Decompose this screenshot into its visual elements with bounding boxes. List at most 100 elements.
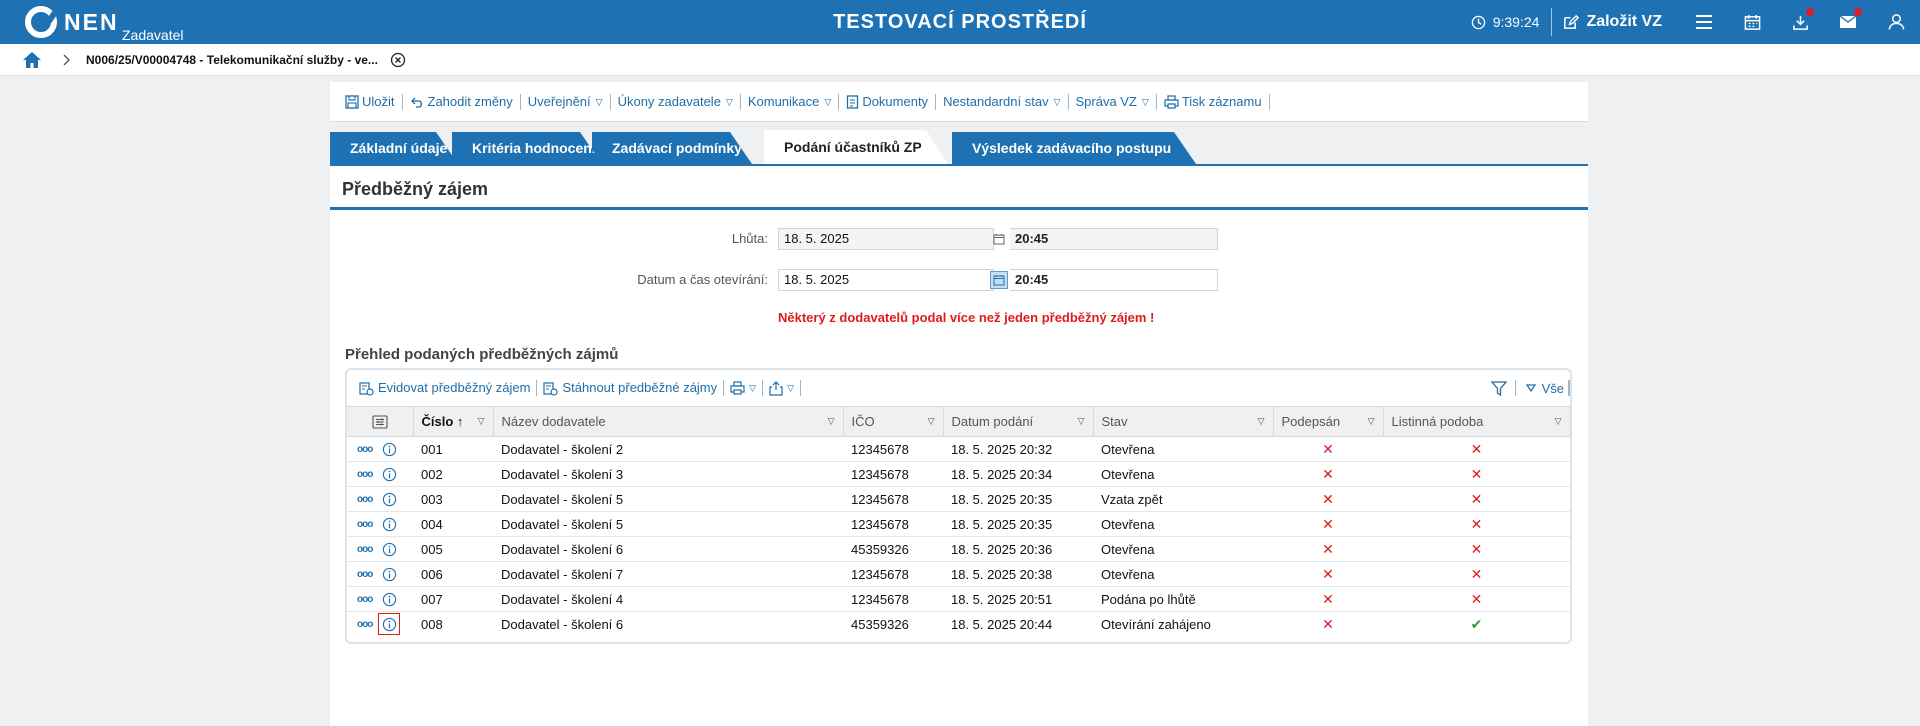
home-icon[interactable] (22, 50, 42, 70)
notification-dot (1806, 8, 1814, 16)
check-icon: ✔ (1470, 615, 1483, 632)
calendar-button[interactable] (1728, 0, 1776, 44)
info-icon[interactable] (381, 491, 397, 507)
chevron-down-icon[interactable]: ▽ (1258, 416, 1265, 427)
user-button[interactable] (1872, 0, 1920, 44)
cross-icon: ✕ (1470, 515, 1483, 532)
column-header-supplier[interactable]: Název dodavatele ▽ (493, 406, 844, 437)
deadline-date-field[interactable]: 18. 5. 2025 (778, 228, 994, 250)
save-button[interactable]: Uložit (338, 93, 403, 110)
cell-supplier: Dodavatel - školení 3 (493, 461, 843, 487)
menu-button[interactable] (1680, 0, 1728, 44)
print-label: Tisk záznamu (1181, 93, 1262, 109)
contracting-actions-menu[interactable]: Úkony zadavatele ▽ (611, 93, 741, 110)
table-body: ooo 001 Dodavatel - školení 2 12345678 18. 5… (347, 436, 1570, 637)
cell-date: 18. 5. 2025 20:35 (943, 486, 1093, 512)
info-icon[interactable] (381, 591, 397, 607)
documents-button[interactable]: Dokumenty (839, 93, 937, 110)
table-row[interactable]: ooo 005 Dodavatel - školení 6 45359326 18. 5… (347, 536, 1570, 562)
register-interest-button[interactable]: Evidovat předběžný zájem (353, 380, 538, 396)
table-row[interactable]: ooo 006 Dodavatel - školení 7 12345678 18. 5… (347, 561, 1570, 587)
close-icon[interactable] (390, 52, 406, 68)
chevron-down-icon[interactable]: ▽ (1078, 416, 1085, 427)
cell-paper: ✕ (1383, 511, 1570, 537)
row-actions-cell: ooo (347, 511, 413, 537)
create-vz-button[interactable]: Založit VZ (1552, 13, 1680, 31)
table-row[interactable]: ooo 002 Dodavatel - školení 3 12345678 18. 5… (347, 461, 1570, 487)
chevron-down-icon[interactable]: ▽ (1555, 416, 1562, 427)
breadcrumb: N006/25/V00004748 - Telekomunikační služ… (0, 44, 1920, 76)
document-icon (847, 94, 859, 109)
cell-paper: ✕ (1383, 586, 1570, 612)
nen-logo[interactable]: NEN Zadavatel (24, 5, 183, 43)
cell-state: Vzata zpět (1093, 486, 1273, 512)
column-header-date[interactable]: Datum podání ▽ (943, 406, 1094, 437)
table-row[interactable]: ooo 003 Dodavatel - školení 5 12345678 18. 5… (347, 486, 1570, 512)
deadline-time-field[interactable]: 20:45 (1010, 228, 1218, 250)
breadcrumb-item[interactable]: N006/25/V00004748 - Telekomunikační služ… (86, 53, 378, 67)
tab-content: Předběžný zájem Lhůta: 18. 5. 2025 20:45… (330, 166, 1588, 726)
download-interests-button[interactable]: Stáhnout předběžné zájmy (537, 380, 725, 396)
more-options-icon[interactable]: ooo (357, 469, 373, 480)
info-icon[interactable] (378, 613, 401, 636)
tab-evaluation-criteria[interactable]: Kritéria hodnocení (452, 132, 602, 164)
tab-basic-info[interactable]: Základní údaje (330, 132, 458, 164)
chevron-down-icon[interactable]: ▽ (928, 416, 935, 427)
info-icon[interactable] (381, 566, 397, 582)
calendar-picker-button[interactable] (990, 271, 1008, 289)
print-menu[interactable]: ▽ (724, 380, 764, 396)
publication-menu[interactable]: Uveřejnění ▽ (521, 93, 611, 110)
info-icon[interactable] (381, 466, 397, 482)
filter-button[interactable] (1483, 380, 1516, 396)
more-options-icon[interactable]: ooo (357, 544, 373, 555)
cell-date: 18. 5. 2025 20:36 (943, 536, 1093, 562)
tab-participant-submissions[interactable]: Podání účastníků ZP (764, 130, 948, 164)
cell-supplier: Dodavatel - školení 6 (501, 616, 624, 632)
column-settings-header[interactable] (347, 406, 414, 437)
chevron-down-icon[interactable]: ▽ (1368, 416, 1375, 427)
discard-changes-button[interactable]: Zahodit změny (403, 93, 521, 110)
more-options-icon[interactable]: ooo (357, 519, 373, 530)
tab-procedure-result[interactable]: Výsledek zadávacího postupu (952, 132, 1196, 164)
more-options-icon[interactable]: ooo (357, 444, 373, 455)
filter-all-button[interactable]: Vše (1516, 380, 1570, 396)
more-options-icon[interactable]: ooo (357, 594, 373, 605)
opening-date-field[interactable]: 18. 5. 2025 (778, 269, 994, 291)
filter-small-icon (1525, 384, 1536, 393)
communication-menu[interactable]: Komunikace ▽ (741, 93, 840, 110)
download-button[interactable] (1776, 0, 1824, 44)
calendar-picker-button[interactable] (990, 230, 1008, 248)
table-row[interactable]: ooo 004 Dodavatel - školení 5 12345678 18. 5… (347, 511, 1570, 537)
row-actions-cell: ooo (347, 486, 413, 512)
cell-ico: 45359326 (843, 536, 943, 562)
cell-signed: ✕ (1273, 486, 1383, 512)
chevron-right-icon (63, 54, 70, 65)
chevron-down-icon[interactable]: ▽ (478, 416, 485, 427)
more-options-icon[interactable]: ooo (357, 619, 373, 630)
clock-icon (1471, 15, 1485, 29)
info-icon[interactable] (381, 516, 397, 532)
vz-management-menu[interactable]: Správa VZ ▽ (1069, 93, 1157, 110)
table-row[interactable]: ooo 007 Dodavatel - školení 4 12345678 18. 5… (347, 586, 1570, 612)
more-options-icon[interactable]: ooo (357, 494, 373, 505)
table-row[interactable]: ooo 008 Dodavatel - školení 6 45359326 18. 5… (347, 612, 1570, 637)
column-header-paper[interactable]: Listinná podoba ▽ (1383, 406, 1571, 437)
cell-ico: 12345678 (843, 486, 943, 512)
chevron-down-icon[interactable]: ▽ (828, 416, 835, 427)
nonstandard-state-menu[interactable]: Nestandardní stav ▽ (936, 93, 1069, 110)
print-record-button[interactable]: Tisk záznamu (1157, 93, 1270, 110)
column-header-signed[interactable]: Podepsán ▽ (1273, 406, 1384, 437)
more-options-icon[interactable]: ooo (357, 569, 373, 580)
tab-tender-conditions[interactable]: Zadávací podmínky (592, 132, 752, 164)
info-icon[interactable] (381, 441, 397, 457)
opening-time-field[interactable]: 20:45 (1010, 269, 1218, 291)
column-header-state[interactable]: Stav ▽ (1093, 406, 1274, 437)
mail-button[interactable] (1824, 0, 1872, 44)
column-header-number[interactable]: Číslo ↑ ▽ (413, 406, 494, 437)
info-icon[interactable] (381, 541, 397, 557)
cross-icon: ✕ (1470, 590, 1483, 607)
cell-paper: ✔ (1383, 612, 1570, 637)
table-row[interactable]: ooo 001 Dodavatel - školení 2 12345678 18. 5… (347, 436, 1570, 462)
column-header-ico[interactable]: IČO ▽ (843, 406, 944, 437)
export-menu[interactable]: ▽ (763, 380, 801, 396)
